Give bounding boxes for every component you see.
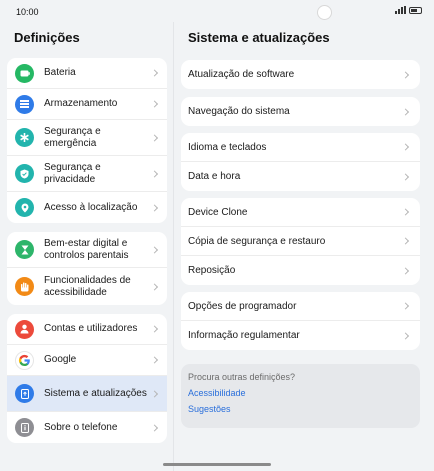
menu-item-label: Data e hora — [188, 171, 241, 182]
sidebar-item-label: Segurança e emergência — [44, 125, 101, 149]
page-title: Definições — [14, 30, 80, 45]
chevron-right-icon — [150, 423, 159, 432]
chevron-right-icon — [401, 143, 410, 151]
user-icon — [15, 319, 34, 339]
location-icon — [15, 198, 34, 217]
chevron-right-icon — [401, 107, 410, 116]
settings-group-3: Contas e utilizadores Google Sistema e a… — [7, 314, 167, 443]
chevron-right-icon — [401, 70, 410, 79]
sidebar-item-location[interactable]: Acesso à localização — [7, 192, 167, 223]
chevron-right-icon — [150, 389, 159, 398]
home-indicator[interactable] — [163, 463, 271, 466]
detail-group-navigation: Navegação do sistema — [181, 97, 420, 126]
chevron-right-icon — [401, 266, 410, 275]
chevron-right-icon — [150, 282, 159, 291]
menu-item-label: Idioma e teclados — [188, 141, 267, 153]
status-bar: 10:00 — [0, 0, 434, 22]
settings-group-2: Bem-estar digital e controlos parentais … — [7, 232, 167, 305]
menu-item-developer-options[interactable]: Opções de programador — [181, 292, 420, 321]
menu-item-label: Device Clone — [188, 206, 248, 218]
sidebar-item-label: Bateria — [44, 67, 76, 78]
menu-item-label: Atualização de software — [188, 69, 295, 80]
settings-list-pane: Definições Bateria Armazenamento Seguran… — [0, 22, 173, 471]
menu-item-label: Opções de programador — [188, 300, 297, 312]
menu-item-label: Reposição — [188, 265, 236, 276]
menu-item-device-clone[interactable]: Device Clone — [181, 198, 420, 227]
battery-status-icon — [409, 7, 422, 14]
menu-item-system-navigation[interactable]: Navegação do sistema — [181, 97, 420, 126]
chevron-right-icon — [150, 203, 159, 212]
suggestions-question: Procura outras definições? — [188, 372, 296, 382]
sidebar-item-security-privacy[interactable]: Segurança e privacidade — [7, 156, 167, 192]
sidebar-item-label: Contas e utilizadores — [44, 323, 138, 334]
menu-item-label: Navegação do sistema — [188, 106, 290, 117]
menu-item-backup-restore[interactable]: Cópia de segurança e restauro — [181, 227, 420, 256]
menu-item-reset[interactable]: Reposição — [181, 256, 420, 285]
sidebar-item-storage[interactable]: Armazenamento — [7, 89, 167, 120]
sidebar-item-label: Segurança e privacidade — [44, 161, 101, 185]
detail-group-language-date: Idioma e teclados Data e hora — [181, 133, 420, 191]
menu-item-regulatory-info[interactable]: Informação regulamentar — [181, 321, 420, 350]
sidebar-item-label: Bem-estar digital e controlos parentais — [44, 237, 129, 261]
menu-item-language-keyboards[interactable]: Idioma e teclados — [181, 133, 420, 162]
chevron-right-icon — [401, 331, 410, 340]
sidebar-item-about-phone[interactable]: Sobre o telefone — [7, 412, 167, 443]
front-camera — [317, 5, 332, 20]
hand-icon — [15, 277, 34, 296]
menu-item-software-update[interactable]: Atualização de software — [181, 60, 420, 89]
chevron-right-icon — [150, 245, 159, 254]
menu-item-label: Informação regulamentar — [188, 330, 300, 341]
sidebar-item-accessibility[interactable]: Funcionalidades de acessibilidade — [7, 268, 167, 305]
sidebar-item-label: Armazenamento — [44, 98, 118, 109]
chevron-right-icon — [150, 169, 159, 178]
chevron-right-icon — [150, 69, 159, 77]
chevron-right-icon — [150, 356, 159, 364]
system-update-icon — [15, 384, 34, 403]
chevron-right-icon — [401, 208, 410, 216]
chevron-right-icon — [401, 302, 410, 310]
chevron-right-icon — [150, 325, 159, 333]
sidebar-item-safety-emergency[interactable]: Segurança e emergência — [7, 120, 167, 156]
sidebar-item-system-updates[interactable]: Sistema e atualizações — [7, 376, 167, 412]
settings-group-1: Bateria Armazenamento Segurança e emergê… — [7, 58, 167, 223]
menu-item-label: Cópia de segurança e restauro — [188, 235, 326, 247]
status-time: 10:00 — [16, 7, 39, 17]
battery-icon — [15, 63, 34, 83]
shield-icon — [15, 164, 34, 183]
suggestions-card: Procura outras definições? Acessibilidad… — [181, 364, 420, 428]
sidebar-item-label: Acesso à localização — [44, 201, 138, 213]
sidebar-item-label: Sistema e atualizações — [44, 387, 147, 399]
suggestions-link[interactable]: Sugestões — [188, 404, 413, 414]
sidebar-item-battery[interactable]: Bateria — [7, 58, 167, 89]
detail-pane: Sistema e atualizações Atualização de so… — [174, 22, 434, 471]
signal-icon — [395, 6, 406, 14]
phone-info-icon — [15, 418, 34, 437]
detail-group-developer: Opções de programador Informação regulam… — [181, 292, 420, 350]
chevron-right-icon — [401, 172, 410, 181]
detail-title: Sistema e atualizações — [188, 30, 330, 45]
sidebar-item-label: Google — [44, 354, 77, 365]
chevron-right-icon — [150, 100, 159, 108]
sidebar-item-label: Sobre o telefone — [44, 421, 118, 433]
google-icon — [15, 350, 34, 370]
sidebar-item-google[interactable]: Google — [7, 345, 167, 376]
hourglass-icon — [15, 240, 34, 259]
chevron-right-icon — [150, 133, 159, 142]
storage-icon — [15, 94, 34, 114]
menu-item-date-time[interactable]: Data e hora — [181, 162, 420, 191]
sidebar-item-digital-wellbeing[interactable]: Bem-estar digital e controlos parentais — [7, 232, 167, 268]
detail-group-backup: Device Clone Cópia de segurança e restau… — [181, 198, 420, 285]
chevron-right-icon — [401, 237, 410, 245]
sidebar-item-accounts[interactable]: Contas e utilizadores — [7, 314, 167, 345]
detail-group-software: Atualização de software — [181, 60, 420, 89]
status-icons — [395, 6, 422, 14]
sidebar-item-label: Funcionalidades de acessibilidade — [44, 274, 131, 298]
emergency-icon — [15, 128, 34, 147]
accessibility-link[interactable]: Acessibilidade — [188, 388, 413, 398]
